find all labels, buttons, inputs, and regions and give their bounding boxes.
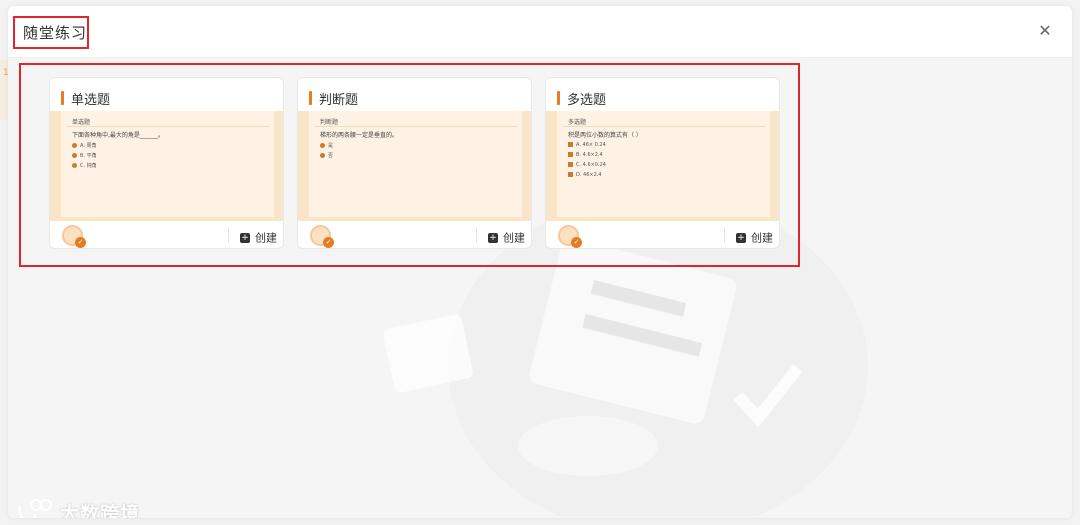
card-true-false[interactable]: 判断题 判断题 梯形的两条腰一定是垂直的。 是 否 ✓ + 创建 [297, 77, 532, 249]
dialog-title: 随堂练习 [23, 24, 88, 42]
preview-option: C. 4.6×0.24 [568, 162, 606, 168]
preview-divider [562, 126, 765, 127]
plus-icon: + [488, 232, 498, 243]
preview-sheet: 单选题 下面各种角中,最大的角是______。 A. 周角 B. 平角 C. 钝… [61, 111, 274, 217]
preview-option: 是 [320, 142, 333, 149]
preview-option: C. 钝角 [72, 162, 97, 169]
preview-sheet: 多选题 积是两位小数的算式有（ ） A. 46× 0.24 B. 4.6×2.4… [557, 111, 770, 217]
option-square-icon [568, 162, 573, 167]
option-dot-icon [72, 153, 77, 158]
brand-watermark-text: 大数跨境 [60, 503, 141, 518]
card-header: 单选题 [50, 78, 283, 111]
create-label: 创建 [503, 231, 525, 245]
dialog-header: 随堂练习 ✕ [8, 6, 1072, 58]
preview-type: 判断题 [320, 119, 339, 126]
card-accent-bar [309, 91, 312, 105]
option-dot-icon [320, 153, 325, 158]
preview-question: 积是两位小数的算式有（ ） [568, 132, 642, 139]
preview-option: A. 周角 [72, 142, 97, 149]
preview-option: 否 [320, 152, 333, 159]
card-preview: 多选题 积是两位小数的算式有（ ） A. 46× 0.24 B. 4.6×2.4… [546, 111, 779, 221]
preview-question: 下面各种角中,最大的角是______。 [72, 132, 164, 139]
preview-type: 单选题 [72, 119, 91, 126]
option-square-icon [568, 172, 573, 177]
card-single-choice[interactable]: 单选题 单选题 下面各种角中,最大的角是______。 A. 周角 B. 平角 … [49, 77, 284, 249]
option-square-icon [568, 142, 573, 147]
preview-option: B. 平角 [72, 152, 97, 159]
preview-sheet: 判断题 梯形的两条腰一定是垂直的。 是 否 [309, 111, 522, 217]
plus-icon: + [736, 232, 746, 243]
footer-divider [724, 228, 725, 243]
create-button[interactable]: + 创建 [240, 227, 277, 245]
card-header: 判断题 [298, 78, 531, 111]
card-header: 多选题 [546, 78, 779, 111]
card-footer: ✓ + 创建 [546, 221, 779, 248]
option-dot-icon [72, 143, 77, 148]
card-title: 多选题 [567, 93, 607, 108]
card-multiple-choice[interactable]: 多选题 多选题 积是两位小数的算式有（ ） A. 46× 0.24 B. 4.6… [545, 77, 780, 249]
footer-divider [228, 228, 229, 243]
card-accent-bar [61, 91, 64, 105]
check-badge-icon: ✓ [75, 237, 86, 248]
option-dot-icon [320, 143, 325, 148]
card-title: 单选题 [71, 93, 111, 108]
preview-question: 梯形的两条腰一定是垂直的。 [320, 132, 399, 139]
create-button[interactable]: + 创建 [488, 227, 525, 245]
preview-divider [314, 126, 517, 127]
card-preview: 单选题 下面各种角中,最大的角是______。 A. 周角 B. 平角 C. 钝… [50, 111, 283, 221]
check-badge-icon: ✓ [323, 237, 334, 248]
card-footer: ✓ + 创建 [50, 221, 283, 248]
plus-icon: + [240, 232, 250, 243]
create-label: 创建 [751, 231, 773, 245]
preview-option: B. 4.6×2.4 [568, 152, 603, 158]
preview-type: 多选题 [568, 119, 587, 126]
option-dot-icon [72, 163, 77, 168]
card-preview: 判断题 梯形的两条腰一定是垂直的。 是 否 [298, 111, 531, 221]
create-label: 创建 [255, 231, 277, 245]
preview-option: D. 46×2.4 [568, 172, 602, 178]
close-icon[interactable]: ✕ [1034, 20, 1056, 42]
brand-logo-icon [16, 496, 60, 518]
card-footer: ✓ + 创建 [298, 221, 531, 248]
footer-divider [476, 228, 477, 243]
preview-option: A. 46× 0.24 [568, 142, 606, 148]
card-title: 判断题 [319, 93, 359, 108]
create-button[interactable]: + 创建 [736, 227, 773, 245]
check-badge-icon: ✓ [571, 237, 582, 248]
preview-divider [66, 126, 269, 127]
card-accent-bar [557, 91, 560, 105]
option-square-icon [568, 152, 573, 157]
